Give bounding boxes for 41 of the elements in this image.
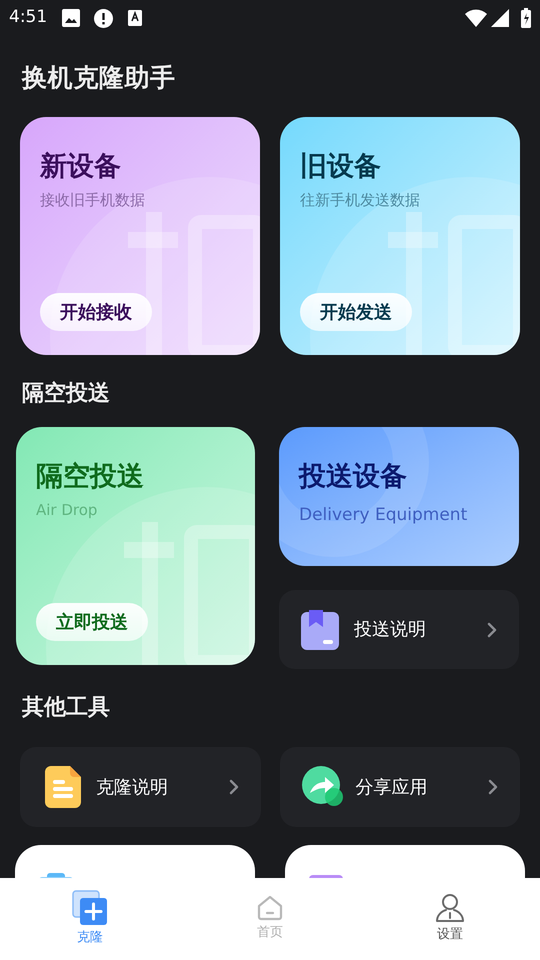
delivery-card[interactable]: 投送设备 Delivery Equipment	[279, 427, 519, 566]
keyboard-icon	[128, 10, 142, 26]
list-item[interactable]: 分享应用	[280, 747, 520, 827]
card-title: 投送设备	[299, 460, 408, 494]
home-icon	[257, 895, 283, 922]
card-title: 旧设备	[300, 150, 381, 184]
alert-icon	[94, 8, 114, 28]
section-heading: 隔空投送	[21, 380, 111, 408]
clone-icon	[72, 890, 108, 926]
signal-icon	[491, 9, 509, 27]
chevron-right-icon	[228, 779, 238, 795]
action-button[interactable]: 开始发送	[300, 293, 412, 331]
box-icon	[301, 610, 339, 650]
list-item[interactable]: 克隆说明	[20, 747, 260, 827]
list-item[interactable]: 投送说明	[279, 590, 519, 669]
card-subtitle: Delivery Equipment	[299, 504, 468, 527]
item-label: 克隆说明	[96, 776, 169, 800]
action-button[interactable]: 立即投送	[36, 603, 148, 641]
chevron-right-icon	[487, 622, 497, 638]
document-icon	[45, 766, 81, 808]
card-title: 隔空投送	[36, 460, 144, 494]
feature-card[interactable]: 隔空投送 Air Drop 立即投送	[16, 427, 255, 665]
image-icon	[62, 9, 80, 27]
item-label: 投送说明	[354, 618, 427, 642]
battery-icon	[521, 8, 531, 28]
chevron-right-icon	[488, 779, 498, 795]
feature-card[interactable]: 旧设备 往新手机发送数据 开始发送	[280, 117, 520, 355]
card-title: 新设备	[40, 150, 121, 184]
app-title: 换机克隆助手	[20, 62, 177, 94]
wifi-icon	[465, 9, 487, 27]
nav-tab[interactable]: 设置	[360, 878, 540, 960]
card-subtitle: 接收旧手机数据	[40, 190, 145, 211]
card-subtitle: Air Drop	[36, 500, 98, 521]
status-time: 4:51	[9, 6, 48, 30]
feature-card[interactable]: 新设备 接收旧手机数据 开始接收	[20, 117, 260, 355]
item-label: 分享应用	[356, 776, 428, 800]
action-button[interactable]: 开始接收	[40, 293, 152, 331]
person-icon	[435, 893, 465, 924]
section-heading: 其他工具	[21, 694, 111, 722]
share-icon	[302, 766, 344, 808]
card-subtitle: 往新手机发送数据	[300, 190, 420, 211]
